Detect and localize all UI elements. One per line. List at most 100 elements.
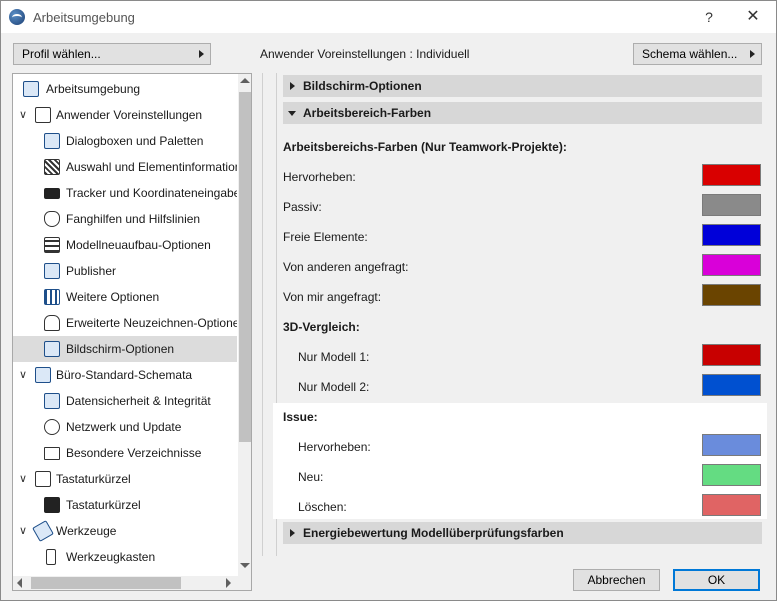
section-bildschirm-optionen[interactable]: Bildschirm-Optionen [283, 75, 762, 97]
tree-item-publisher[interactable]: Publisher [13, 258, 237, 284]
chevron-down-icon[interactable]: ∨ [16, 518, 30, 544]
schema-select-label: Schema wählen... [642, 47, 738, 61]
tree-horizontal-scrollbar[interactable] [13, 576, 238, 590]
tree-item-verzeichnisse[interactable]: Besondere Verzeichnisse [13, 440, 237, 466]
free-elements-color-swatch[interactable] [702, 224, 761, 246]
tree-item-label: Weitere Optionen [66, 290, 160, 304]
tree-item-label: Publisher [66, 264, 117, 278]
screen-options-icon [44, 341, 60, 357]
profile-select-label: Profil wählen... [22, 47, 101, 61]
issue-group [273, 403, 767, 519]
issue-delete-color-swatch[interactable] [702, 494, 761, 516]
ok-button[interactable]: OK [673, 569, 760, 591]
model2-color-swatch[interactable] [702, 374, 761, 396]
section-title: Arbeitsbereich-Farben [303, 106, 432, 120]
model1-label: Nur Modell 1: [298, 350, 370, 364]
tree-item-auswahl[interactable]: Auswahl und Elementinformation [13, 154, 237, 180]
scroll-left-icon[interactable] [17, 578, 22, 588]
section-title: Bildschirm-Optionen [303, 79, 422, 93]
cancel-button[interactable]: Abbrechen [573, 569, 660, 591]
model2-label: Nur Modell 2: [298, 380, 370, 394]
issue-highlight-label: Hervorheben: [298, 440, 371, 454]
collapse-arrow-icon [288, 111, 296, 116]
toolbox-icon [46, 549, 56, 565]
dialog-palettes-icon [44, 133, 60, 149]
tree-item-label: Besondere Verzeichnisse [66, 446, 202, 460]
highlight-label: Hervorheben: [283, 170, 356, 184]
arrow-right-icon [199, 50, 204, 58]
issue-heading: Issue: [283, 410, 318, 424]
schema-select-button[interactable]: Schema wählen... [633, 43, 762, 65]
chevron-down-icon[interactable]: ∨ [16, 102, 30, 128]
tree-item-buero-standard[interactable]: ∨ Büro-Standard-Schemata [13, 362, 237, 388]
title-bar: Arbeitsumgebung ? ✕ [1, 1, 776, 33]
tree-item-modellneuaufbau[interactable]: Modellneuaufbau-Optionen [13, 232, 237, 258]
tree-item-tastaturkuerzel-group[interactable]: ∨ Tastaturkürzel [13, 466, 237, 492]
tree-item-fanghilfen[interactable]: Fanghilfen und Hilfslinien [13, 206, 237, 232]
office-standard-icon [35, 367, 51, 383]
scroll-down-icon[interactable] [240, 563, 250, 568]
requested-by-others-color-swatch[interactable] [702, 254, 761, 276]
requested-by-others-label: Von anderen angefragt: [283, 260, 409, 274]
passive-color-swatch[interactable] [702, 194, 761, 216]
tree-item-label: Arbeitsumgebung [46, 82, 141, 96]
tree-item-arbeitsumgebung[interactable]: Arbeitsumgebung [13, 76, 237, 102]
highlight-color-swatch[interactable] [702, 164, 761, 186]
snap-guides-icon [44, 211, 60, 227]
3d-compare-heading: 3D-Vergleich: [283, 320, 360, 334]
requested-by-me-color-swatch[interactable] [702, 284, 761, 306]
tree-item-bildschirm-optionen[interactable]: Bildschirm-Optionen [13, 336, 237, 362]
tree-item-erweiterte-neuzeichnen[interactable]: Erweiterte Neuzeichnen-Optionen [13, 310, 237, 336]
more-options-icon [44, 289, 60, 305]
issue-delete-label: Löschen: [298, 500, 347, 514]
expand-arrow-icon [290, 529, 295, 537]
tree-item-label: Datensicherheit & Integrität [66, 394, 211, 408]
user-settings-status: Anwender Voreinstellungen : Individuell [260, 47, 470, 61]
requested-by-me-label: Von mir angefragt: [283, 290, 382, 304]
model1-color-swatch[interactable] [702, 344, 761, 366]
tools-icon [32, 520, 54, 542]
tree-item-netzwerk[interactable]: Netzwerk und Update [13, 414, 237, 440]
tree-item-datensicherheit[interactable]: Datensicherheit & Integrität [13, 388, 237, 414]
scroll-up-icon[interactable] [240, 78, 250, 83]
tree-item-label: Modellneuaufbau-Optionen [66, 238, 211, 252]
section-title: Energiebewertung Modellüberprüfungsfarbe… [303, 526, 564, 540]
tree-item-anwender-voreinstellungen[interactable]: ∨ Anwender Voreinstellungen [13, 102, 237, 128]
tree-item-label: Büro-Standard-Schemata [56, 368, 193, 382]
chevron-down-icon[interactable]: ∨ [16, 466, 30, 492]
tree-vertical-scrollbar[interactable] [238, 74, 251, 590]
tree-item-label: Werkzeugkasten [66, 550, 156, 564]
tree-item-tastaturkuerzel[interactable]: Tastaturkürzel [13, 492, 237, 518]
tree-item-dialogboxen[interactable]: Dialogboxen und Paletten [13, 128, 237, 154]
tree-item-label: Dialogboxen und Paletten [66, 134, 204, 148]
publisher-icon [44, 263, 60, 279]
redraw-options-icon [44, 315, 60, 331]
issue-new-label: Neu: [298, 470, 324, 484]
settings-tree[interactable]: Arbeitsumgebung ∨ Anwender Voreinstellun… [12, 73, 252, 591]
tree-item-werkzeuge[interactable]: ∨ Werkzeuge [13, 518, 237, 544]
section-arbeitsbereich-farben[interactable]: Arbeitsbereich-Farben [283, 102, 762, 124]
tree-item-werkzeugkasten[interactable]: Werkzeugkasten [13, 544, 237, 570]
issue-highlight-color-swatch[interactable] [702, 434, 761, 456]
scroll-right-icon[interactable] [226, 578, 231, 588]
tree-item-tracker[interactable]: Tracker und Koordinateneingabe [13, 180, 237, 206]
window-title: Arbeitsumgebung [33, 10, 135, 25]
shortcut-arrow-icon [44, 497, 60, 513]
free-elements-label: Freie Elemente: [283, 230, 368, 244]
tree-item-weitere-optionen[interactable]: Weitere Optionen [13, 284, 237, 310]
shortcuts-icon [35, 471, 51, 487]
tree-item-label: Netzwerk und Update [66, 420, 182, 434]
scroll-thumb[interactable] [31, 577, 181, 589]
issue-new-color-swatch[interactable] [702, 464, 761, 486]
profile-select-button[interactable]: Profil wählen... [13, 43, 211, 65]
chevron-down-icon[interactable]: ∨ [16, 362, 30, 388]
tree-item-label: Tastaturkürzel [66, 498, 141, 512]
close-button[interactable]: ✕ [741, 6, 765, 28]
help-button[interactable]: ? [697, 6, 721, 28]
scroll-thumb[interactable] [239, 92, 251, 442]
tree-item-label: Werkzeuge [56, 524, 117, 538]
arrow-right-icon [750, 50, 755, 58]
section-energiebewertung[interactable]: Energiebewertung Modellüberprüfungsfarbe… [283, 522, 762, 544]
tree-item-label: Tracker und Koordinateneingabe [66, 186, 237, 200]
preferences-dialog: Arbeitsumgebung ? ✕ Profil wählen... Anw… [0, 0, 777, 601]
